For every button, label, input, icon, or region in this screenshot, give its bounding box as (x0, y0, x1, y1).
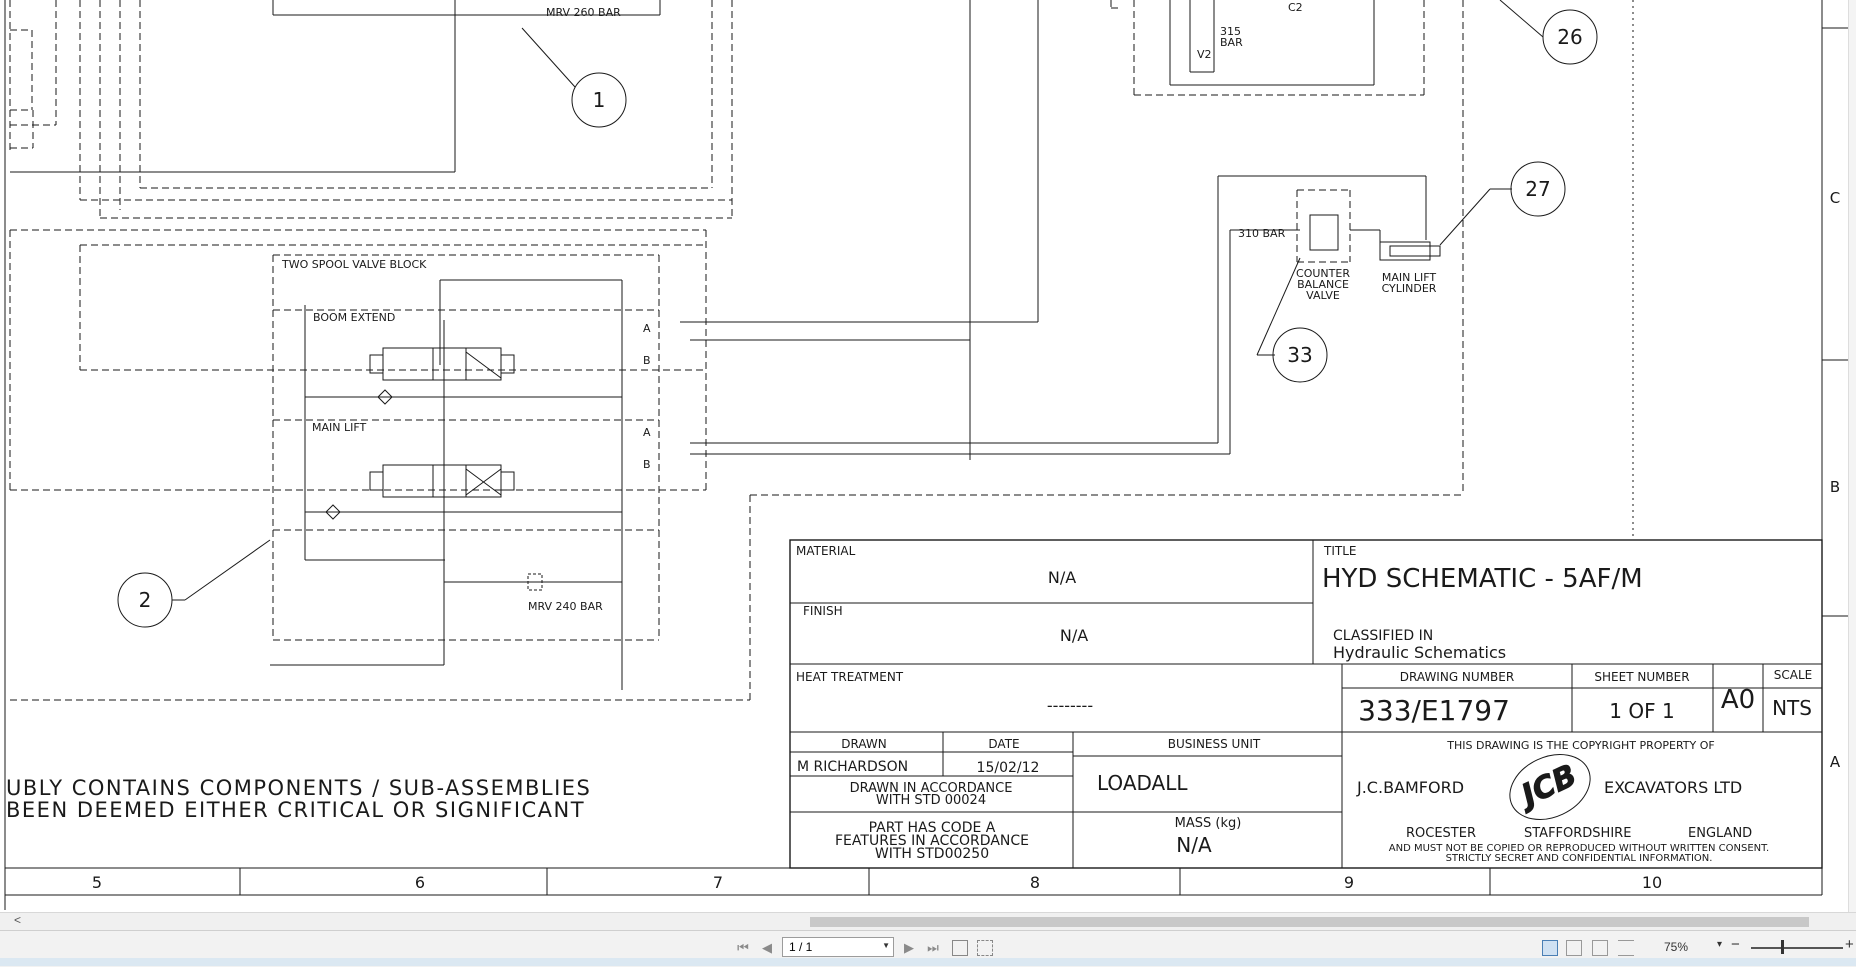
scroll-left-icon[interactable]: < (14, 913, 21, 927)
two-page-view-icon[interactable] (1592, 940, 1608, 956)
mass-value: N/A (1176, 833, 1212, 857)
zoom-slider[interactable] (1751, 947, 1843, 949)
county-text: STAFFORDSHIRE (1524, 826, 1631, 841)
sheet-number-label: SHEET NUMBER (1594, 670, 1689, 684)
mrv-240-label: MRV 240 BAR (528, 600, 603, 613)
drawing-sheet: MRV 260 BAR TWO SPOOL VALVE BLOCK BOOM E… (4, 0, 1848, 910)
callout-2: 2 (139, 588, 152, 612)
drawn-by: M RICHARDSON (797, 759, 908, 775)
title-label: TITLE (1323, 544, 1356, 558)
material-value: N/A (1048, 568, 1076, 587)
column-8: 8 (1030, 873, 1040, 892)
zoom-in-icon[interactable]: + (1845, 936, 1854, 953)
zoom-slider-thumb[interactable] (1781, 940, 1784, 954)
two-spool-label: TWO SPOOL VALVE BLOCK (281, 258, 427, 271)
zone-c: C (1830, 189, 1840, 207)
business-unit-label: BUSINESS UNIT (1168, 737, 1261, 751)
bar-315-line-2: BAR (1220, 36, 1243, 49)
drawing-title: HYD SCHEMATIC - 5AF/M (1322, 564, 1643, 594)
note-line-1: UBLY CONTAINS COMPONENTS / SUB-ASSEMBLIE… (6, 776, 591, 800)
zone-b: B (1830, 478, 1840, 496)
company-right: EXCAVATORS LTD (1604, 778, 1742, 797)
classified-value: Hydraulic Schematics (1333, 643, 1506, 662)
horizontal-scrollbar[interactable]: < (0, 912, 1856, 931)
drawn-label: DRAWN (841, 737, 887, 751)
boom-extend-label: BOOM EXTEND (313, 311, 395, 324)
scroll-thumb[interactable] (810, 917, 1809, 927)
callout-27: 27 (1525, 177, 1550, 201)
legal-line-2: STRICTLY SECRET AND CONFIDENTIAL INFORMA… (1446, 853, 1713, 864)
zoom-out-icon[interactable]: − (1731, 936, 1740, 953)
single-page-view-icon[interactable] (1542, 940, 1558, 956)
jcb-logo: JCB (1512, 758, 1582, 816)
copyright-line: THIS DRAWING IS THE COPYRIGHT PROPERTY O… (1446, 739, 1714, 752)
column-10: 10 (1642, 873, 1662, 892)
port-b-lower: B (643, 458, 651, 471)
bar-310-label: 310 BAR (1238, 227, 1286, 240)
accordance-line-2: WITH STD 00024 (876, 793, 986, 808)
previous-page-icon[interactable]: ◀ (758, 939, 776, 957)
vertical-scrollbar[interactable] (1848, 0, 1856, 912)
callout-1: 1 (593, 88, 606, 112)
town-text: ROCESTER (1406, 826, 1476, 841)
page-number-value: 1 / 1 (789, 940, 813, 954)
cylinder-line-2: CYLINDER (1382, 282, 1437, 295)
company-left: J.C.BAMFORD (1356, 778, 1464, 797)
sheet-size: A0 (1721, 685, 1755, 715)
drawing-number: 333/E1797 (1358, 694, 1510, 727)
page-dropdown-icon[interactable]: ▼ (882, 941, 890, 950)
next-page-icon[interactable]: ▶ (900, 939, 918, 957)
page-number-field[interactable]: 1 / 1 ▼ (782, 937, 894, 957)
v2-label: V2 (1197, 48, 1212, 61)
port-a-upper: A (643, 322, 651, 335)
zone-a: A (1830, 753, 1841, 771)
column-7: 7 (713, 873, 723, 892)
business-unit: LOADALL (1097, 771, 1188, 795)
finish-value: N/A (1060, 626, 1088, 645)
zoom-level[interactable]: 75% (1664, 940, 1688, 954)
taskbar-strip (0, 958, 1856, 966)
fit-width-icon[interactable] (977, 940, 993, 956)
continuous-two-page-icon[interactable] (1618, 940, 1634, 956)
part-code-line-3: WITH STD00250 (875, 846, 989, 862)
material-label: MATERIAL (796, 544, 856, 558)
pdf-viewer: MRV 260 BAR TWO SPOOL VALVE BLOCK BOOM E… (0, 0, 1856, 967)
column-6: 6 (415, 873, 425, 892)
mrv-260-label: MRV 260 BAR (546, 6, 621, 19)
note-line-2: BEEN DEEMED EITHER CRITICAL OR SIGNIFICA… (6, 798, 585, 822)
classified-label: CLASSIFIED IN (1333, 628, 1433, 644)
callout-33: 33 (1287, 343, 1312, 367)
country-text: ENGLAND (1688, 826, 1752, 841)
callout-26: 26 (1557, 25, 1582, 49)
date-label: DATE (988, 737, 1019, 751)
zoom-dropdown-icon[interactable]: ▾ (1717, 939, 1722, 950)
port-a-lower: A (643, 426, 651, 439)
continuous-view-icon[interactable] (1566, 940, 1582, 956)
column-9: 9 (1344, 873, 1354, 892)
finish-label: FINISH (803, 604, 843, 618)
first-page-icon[interactable]: ⏮ (734, 939, 752, 957)
main-lift-label: MAIN LIFT (312, 421, 366, 434)
sheet-number: 1 OF 1 (1609, 699, 1674, 723)
column-5: 5 (92, 873, 102, 892)
fit-page-icon[interactable] (952, 940, 968, 956)
last-page-icon[interactable]: ⏭ (924, 939, 942, 957)
port-b-upper: B (643, 354, 651, 367)
heat-treatment-value: -------- (1047, 696, 1093, 715)
c2-label: C2 (1288, 1, 1303, 14)
scale-label: SCALE (1774, 668, 1812, 682)
cbv-line-3: VALVE (1306, 289, 1340, 302)
heat-treatment-label: HEAT TREATMENT (796, 670, 904, 684)
drawing-date: 15/02/12 (977, 760, 1040, 776)
drawing-number-label: DRAWING NUMBER (1400, 670, 1514, 684)
mass-label: MASS (kg) (1175, 816, 1242, 831)
scale-value: NTS (1772, 696, 1812, 720)
